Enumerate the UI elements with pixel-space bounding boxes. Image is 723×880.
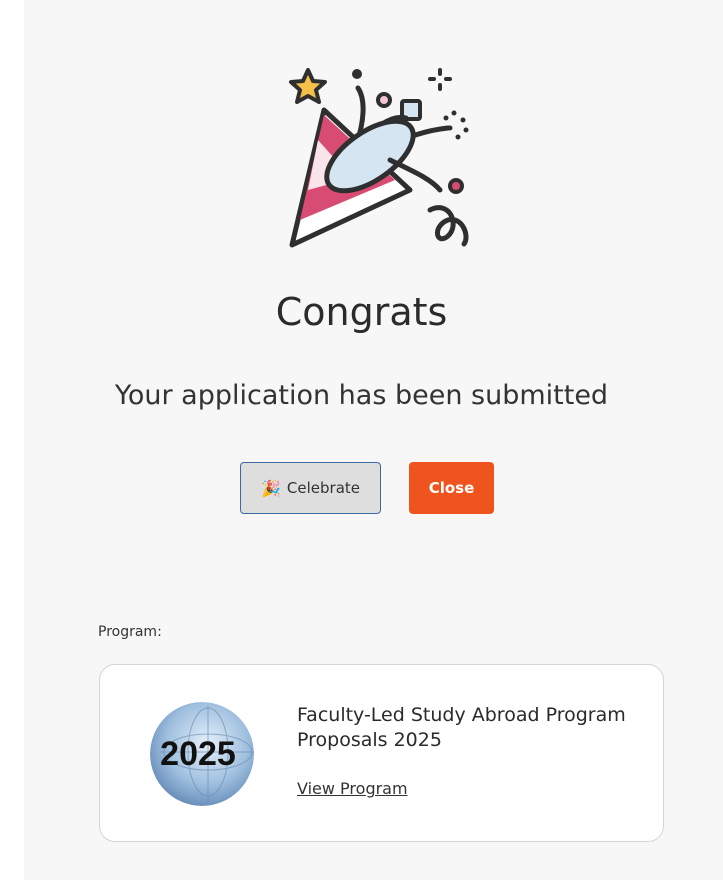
program-logo-text: 2025 xyxy=(160,735,236,773)
party-popper-icon: 🎉 xyxy=(260,478,281,498)
submission-message: Your application has been submitted xyxy=(114,380,609,411)
close-label: Close xyxy=(428,479,475,497)
program-label: Program: xyxy=(98,624,162,640)
page-title: Congrats xyxy=(275,290,448,334)
program-name: Faculty-Led Study Abroad Program Proposa… xyxy=(297,704,626,751)
celebrate-label: Celebrate xyxy=(286,479,360,497)
view-program-link[interactable]: View Program xyxy=(297,779,408,798)
celebrate-button[interactable]: 🎉 Celebrate xyxy=(240,462,381,514)
party-popper-icon xyxy=(280,60,480,260)
program-logo: 2025 xyxy=(150,702,254,806)
program-card: 2025 Faculty-Led Study Abroad Program Pr… xyxy=(99,664,664,842)
close-button[interactable]: Close xyxy=(409,462,494,514)
